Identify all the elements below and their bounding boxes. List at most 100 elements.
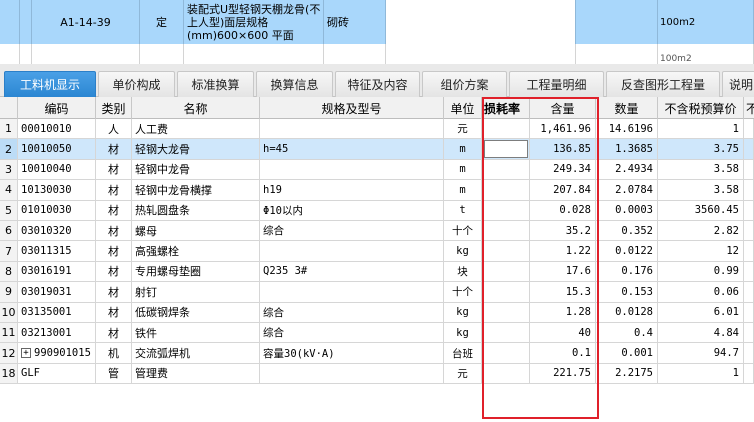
cell-code[interactable]: GLF: [18, 363, 96, 384]
cell-loss-rate[interactable]: [482, 221, 530, 241]
cell-price[interactable]: 3560.45: [658, 200, 744, 220]
cell-loss-rate[interactable]: [482, 241, 530, 261]
cell-name[interactable]: 轻钢中龙骨横撑: [132, 180, 260, 200]
cell-name[interactable]: 轻钢大龙骨: [132, 139, 260, 159]
tab-reverse-graphic[interactable]: 反查图形工程量: [606, 71, 720, 97]
cell-content[interactable]: 1,461.96: [530, 119, 596, 139]
cell-quantity[interactable]: 14.6196: [596, 119, 658, 139]
cell-code[interactable]: 10130030: [18, 180, 96, 200]
cell-name[interactable]: 专用螺母垫圈: [132, 261, 260, 282]
cell-kind[interactable]: 材: [96, 302, 132, 322]
cell-kind[interactable]: 材: [96, 159, 132, 180]
cell-extra[interactable]: [744, 221, 754, 241]
cell-spec[interactable]: [260, 241, 444, 261]
cell-name[interactable]: 轻钢中龙骨: [132, 159, 260, 180]
cell-price[interactable]: 1: [658, 363, 744, 384]
cell-loss-rate[interactable]: [482, 302, 530, 322]
cell-code[interactable]: 03213001: [18, 323, 96, 343]
cell-name[interactable]: 人工费: [132, 119, 260, 139]
header-price[interactable]: 不含税预算价: [658, 97, 744, 119]
cell-content[interactable]: 17.6: [530, 261, 596, 282]
cell-unit[interactable]: 元: [444, 363, 482, 384]
expand-icon[interactable]: +: [21, 348, 31, 359]
header-loss-rate[interactable]: 损耗率: [482, 97, 530, 119]
cell-extra[interactable]: [744, 323, 754, 343]
cell-name[interactable]: 高强螺栓: [132, 241, 260, 261]
cell-spec[interactable]: h=45: [260, 139, 444, 159]
header-unit[interactable]: 单位: [444, 97, 482, 119]
cell-loss-rate[interactable]: [482, 363, 530, 384]
table-row[interactable]: 2 10010050 材 轻钢大龙骨 h=45 m 136.85 1.3685 3.75: [0, 139, 754, 160]
table-row[interactable]: 1 00010010 人 人工费 元 1,461.96 14.6196 1: [0, 119, 754, 140]
quota-edit-area[interactable]: [386, 0, 576, 44]
header-spec[interactable]: 规格及型号: [260, 97, 444, 119]
cell-loss-rate[interactable]: [482, 159, 530, 180]
cell-content[interactable]: 35.2: [530, 221, 596, 241]
cell-content[interactable]: 0.1: [530, 343, 596, 363]
cell-kind[interactable]: 材: [96, 180, 132, 200]
table-row[interactable]: 11 03213001 材 铁件 综合 kg 40 0.4 4.84: [0, 323, 754, 344]
cell-price[interactable]: 0.99: [658, 261, 744, 282]
quota-row[interactable]: A1-14-39 定 装配式U型轻钢天棚龙骨(不上人型)面层规格(mm)600×…: [0, 0, 754, 44]
table-row[interactable]: 7 03011315 材 高强螺栓 kg 1.22 0.0122 12: [0, 241, 754, 262]
table-row[interactable]: 6 03010320 材 螺母 综合 十个 35.2 0.352 2.82: [0, 221, 754, 242]
tab-description[interactable]: 说明: [722, 71, 754, 97]
header-code[interactable]: 编码: [18, 97, 96, 119]
tab-standard-conversion[interactable]: 标准换算: [177, 71, 254, 97]
cell-loss-rate[interactable]: [482, 119, 530, 139]
cell-code[interactable]: 03019031: [18, 282, 96, 302]
cell-extra[interactable]: [744, 343, 754, 363]
cell-spec[interactable]: 综合: [260, 221, 444, 241]
cell-unit[interactable]: 十个: [444, 282, 482, 302]
cell-spec[interactable]: [260, 159, 444, 180]
cell-code[interactable]: 10010050: [18, 139, 96, 159]
cell-code[interactable]: 03135001: [18, 302, 96, 322]
header-extra[interactable]: 不: [744, 97, 754, 119]
cell-kind[interactable]: 材: [96, 261, 132, 282]
cell-kind[interactable]: 材: [96, 282, 132, 302]
cell-quantity[interactable]: 1.3685: [596, 139, 658, 159]
cell-price[interactable]: 2.82: [658, 221, 744, 241]
cell-quantity[interactable]: 0.176: [596, 261, 658, 282]
cell-quantity[interactable]: 0.0128: [596, 302, 658, 322]
loss-rate-input[interactable]: [484, 140, 528, 159]
cell-spec[interactable]: Φ10以内: [260, 200, 444, 220]
cell-unit[interactable]: m: [444, 139, 482, 159]
cell-code[interactable]: 03016191: [18, 261, 96, 282]
cell-spec[interactable]: [260, 282, 444, 302]
cell-spec[interactable]: 综合: [260, 323, 444, 343]
cell-price[interactable]: 12: [658, 241, 744, 261]
cell-loss-rate[interactable]: [482, 261, 530, 282]
table-row[interactable]: 4 10130030 材 轻钢中龙骨横撑 h19 m 207.84 2.0784 3.58: [0, 180, 754, 201]
cell-spec[interactable]: [260, 363, 444, 384]
cell-loss-rate[interactable]: [482, 180, 530, 200]
table-row[interactable]: 3 10010040 材 轻钢中龙骨 m 249.34 2.4934 3.58: [0, 159, 754, 181]
cell-name[interactable]: 热轧圆盘条: [132, 200, 260, 220]
cell-content[interactable]: 15.3: [530, 282, 596, 302]
cell-content[interactable]: 249.34: [530, 159, 596, 180]
cell-extra[interactable]: [744, 261, 754, 282]
cell-quantity[interactable]: 2.2175: [596, 363, 658, 384]
cell-content[interactable]: 136.85: [530, 139, 596, 159]
table-row[interactable]: 8 03016191 材 专用螺母垫圈 Q235 3# 块 17.6 0.176 0.99: [0, 261, 754, 283]
header-name[interactable]: 名称: [132, 97, 260, 119]
cell-quantity[interactable]: 0.0003: [596, 200, 658, 220]
cell-name[interactable]: 螺母: [132, 221, 260, 241]
cell-loss-rate[interactable]: [482, 343, 530, 363]
cell-loss-rate[interactable]: [482, 282, 530, 302]
cell-loss-rate[interactable]: [482, 200, 530, 220]
cell-content[interactable]: 1.22: [530, 241, 596, 261]
cell-kind[interactable]: 机: [96, 343, 132, 363]
header-quantity[interactable]: 数量: [596, 97, 658, 119]
cell-spec[interactable]: [260, 119, 444, 139]
cell-price[interactable]: 3.75: [658, 139, 744, 159]
cell-spec[interactable]: 容量30(kV·A): [260, 343, 444, 363]
cell-extra[interactable]: [744, 241, 754, 261]
table-row[interactable]: 12 +990901015 机交流弧焊机 容量30(kV·A) 台班 0.1 0.001 94…: [0, 343, 754, 364]
header-content[interactable]: 含量: [530, 97, 596, 119]
cell-kind[interactable]: 材: [96, 221, 132, 241]
cell-kind[interactable]: 材: [96, 139, 132, 159]
cell-name[interactable]: 射钉: [132, 282, 260, 302]
cell-price[interactable]: 6.01: [658, 302, 744, 322]
cell-name[interactable]: 交流弧焊机: [132, 343, 260, 363]
